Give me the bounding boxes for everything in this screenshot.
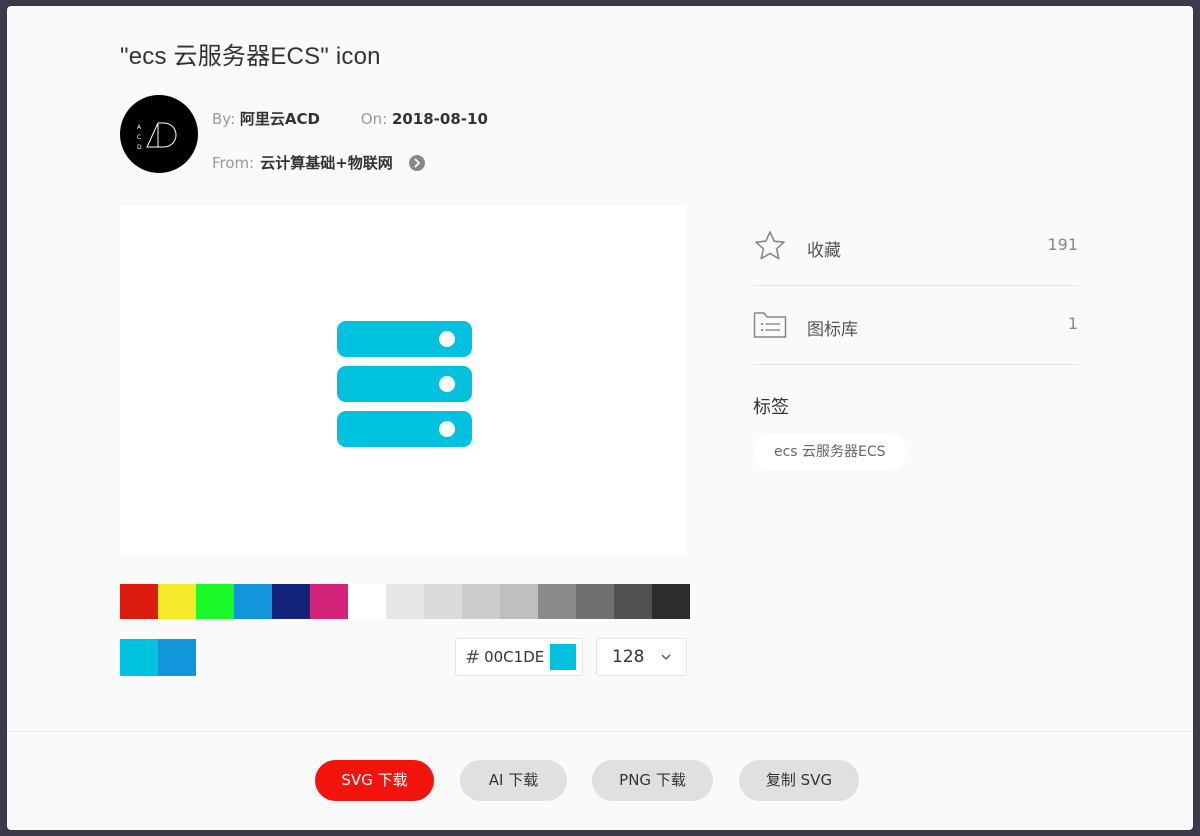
ai-download-button[interactable]: AI 下载 <box>460 760 567 801</box>
chevron-right-icon[interactable] <box>408 154 425 171</box>
page-title: "ecs 云服务器ECS" icon <box>120 43 381 70</box>
publish-date: 2018-08-10 <box>391 110 488 128</box>
palette-swatch[interactable] <box>196 584 234 619</box>
palette-swatch[interactable] <box>576 584 614 619</box>
icon-detail-modal: "ecs 云服务器ECS" icon A C D By: 阿里云ACD On: … <box>7 6 1193 830</box>
library-label: 图标库 <box>807 320 858 340</box>
palette-swatch[interactable] <box>538 584 576 619</box>
author-name[interactable]: 阿里云ACD <box>240 110 320 128</box>
avatar-letter-a: A <box>137 124 142 131</box>
palette-swatch[interactable] <box>462 584 500 619</box>
favorite-stat[interactable]: 收藏 191 <box>753 206 1078 286</box>
favorite-label: 收藏 <box>807 241 841 261</box>
hash-symbol: # <box>465 646 481 668</box>
palette-swatch[interactable] <box>424 584 462 619</box>
avatar-letter-d: D <box>137 144 142 151</box>
server-icon <box>337 321 472 447</box>
author-row: By: 阿里云ACD On: 2018-08-10 <box>212 108 488 129</box>
palette-swatch[interactable] <box>310 584 348 619</box>
library-row: From: 云计算基础+物联网 <box>212 152 425 173</box>
hex-value[interactable]: 00C1DE <box>484 648 550 666</box>
tag-chip[interactable]: ecs 云服务器ECS <box>753 434 907 470</box>
palette-swatch[interactable] <box>158 584 196 619</box>
palette-swatch[interactable] <box>234 584 272 619</box>
palette-swatch[interactable] <box>348 584 386 619</box>
folder-list-icon <box>753 312 787 338</box>
palette-swatch[interactable] <box>120 584 158 619</box>
icon-preview <box>120 206 686 556</box>
library-count: 1 <box>1067 314 1078 333</box>
from-label: From: <box>212 153 255 172</box>
star-icon[interactable] <box>753 229 787 263</box>
png-download-button[interactable]: PNG 下载 <box>592 760 713 801</box>
download-bar: SVG 下载 AI 下载 PNG 下载 复制 SVG <box>7 731 1193 830</box>
on-label: On: <box>360 110 388 128</box>
hex-color-input[interactable]: # 00C1DE <box>455 638 583 676</box>
palette-swatch[interactable] <box>386 584 424 619</box>
palette-swatch[interactable] <box>500 584 538 619</box>
library-name[interactable]: 云计算基础+物联网 <box>260 152 393 173</box>
avatar[interactable]: A C D <box>120 95 198 173</box>
copy-svg-button[interactable]: 复制 SVG <box>739 760 859 801</box>
size-value: 128 <box>612 647 645 667</box>
hex-color-swatch[interactable] <box>550 644 577 670</box>
svg-download-button[interactable]: SVG 下载 <box>315 760 434 801</box>
tags-heading: 标签 <box>753 397 789 418</box>
chevron-down-icon <box>661 654 671 660</box>
library-stat[interactable]: 图标库 1 <box>753 285 1078 365</box>
palette-swatch[interactable] <box>652 584 690 619</box>
current-color-swatch[interactable] <box>120 639 158 676</box>
size-select[interactable]: 128 <box>596 638 687 676</box>
palette-swatch[interactable] <box>614 584 652 619</box>
color-palette <box>120 584 690 619</box>
acd-logo-icon: A C D <box>137 122 177 151</box>
palette-swatch[interactable] <box>272 584 310 619</box>
by-label: By: <box>212 110 236 128</box>
current-colors <box>120 639 196 676</box>
favorite-count: 191 <box>1047 235 1078 254</box>
avatar-letter-c: C <box>137 134 141 141</box>
current-color-swatch[interactable] <box>158 639 196 676</box>
